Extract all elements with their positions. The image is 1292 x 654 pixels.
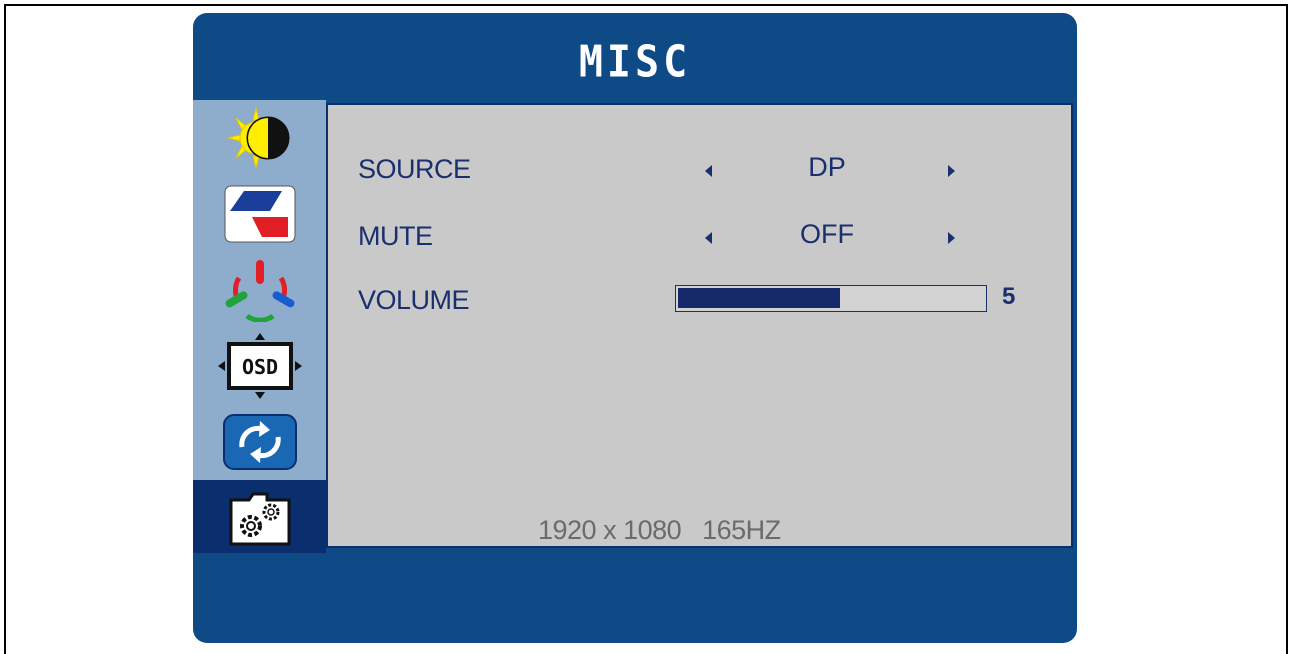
reset-icon bbox=[222, 414, 297, 470]
color-rgb-icon bbox=[225, 260, 294, 322]
menu-title: MISC bbox=[578, 36, 692, 88]
image-icon bbox=[224, 185, 295, 243]
osd-icon-label: OSD bbox=[241, 355, 277, 379]
resolution-info: 1920 x 1080 165HZ bbox=[538, 515, 781, 545]
brightness-contrast-icon bbox=[227, 107, 289, 169]
mute-label: MUTE bbox=[358, 221, 433, 251]
sidebar-item-reset[interactable] bbox=[193, 404, 326, 480]
mute-value[interactable]: OFF bbox=[767, 219, 887, 250]
osd-menu: MISC OSD SOURCE DP MUTE OFF VOLUME 5 192… bbox=[193, 13, 1077, 643]
volume-slider[interactable] bbox=[675, 285, 987, 312]
sidebar: OSD bbox=[193, 100, 326, 553]
osd-position-icon: OSD bbox=[217, 333, 302, 399]
source-right-arrow-icon[interactable] bbox=[948, 165, 955, 177]
sidebar-item-misc[interactable] bbox=[193, 480, 326, 553]
sidebar-item-brightness[interactable] bbox=[193, 100, 326, 176]
settings-gears-icon bbox=[229, 492, 290, 545]
mute-left-arrow-icon[interactable] bbox=[705, 232, 712, 244]
source-label: SOURCE bbox=[358, 154, 471, 184]
sidebar-item-image[interactable] bbox=[193, 176, 326, 252]
source-left-arrow-icon[interactable] bbox=[705, 165, 712, 177]
sidebar-item-color[interactable] bbox=[193, 252, 326, 328]
menu-content: SOURCE DP MUTE OFF VOLUME 5 1920 x 1080 … bbox=[326, 103, 1073, 548]
mute-right-arrow-icon[interactable] bbox=[948, 232, 955, 244]
sidebar-item-osd[interactable]: OSD bbox=[193, 328, 326, 404]
volume-value: 5 bbox=[1002, 283, 1016, 310]
source-value[interactable]: DP bbox=[767, 152, 887, 183]
volume-label: VOLUME bbox=[358, 285, 470, 315]
volume-slider-fill bbox=[678, 288, 840, 308]
